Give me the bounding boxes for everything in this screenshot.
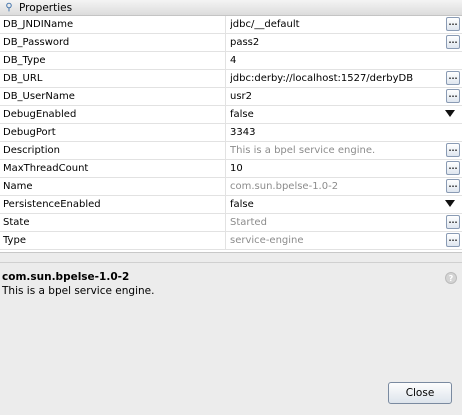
ellipsis-button[interactable]: ... [446,17,460,31]
property-row[interactable]: State Started... [0,214,462,232]
property-value: This is a bpel service engine. [230,145,376,156]
dropdown-arrow-icon[interactable] [444,109,458,120]
property-row[interactable]: DB_JNDIName jdbc/__default... [0,16,462,34]
property-pin-icon: ⚲ [5,2,13,13]
property-value[interactable]: usr2 [230,88,443,105]
property-value[interactable]: 3343 [230,124,443,141]
property-name: PersistenceEnabled [0,196,226,213]
property-name: DebugPort [0,124,226,141]
property-row[interactable]: Type service-engine... [0,232,462,250]
property-name: MaxThreadCount [0,160,226,177]
ellipsis-button[interactable]: ... [446,233,460,247]
property-name: Description [0,142,226,159]
property-value[interactable]: false [230,196,443,213]
property-row[interactable]: DB_Password pass2... [0,34,462,52]
property-row[interactable]: DebugPort 3343 [0,124,462,142]
description-text: This is a bpel service engine. [2,285,155,297]
property-name: DB_URL [0,70,226,87]
property-name: DebugEnabled [0,106,226,123]
ellipsis-button[interactable]: ... [446,143,460,157]
help-icon[interactable]: ? [445,272,457,284]
property-row[interactable]: DB_Type 4 [0,52,462,70]
property-value: com.sun.bpelse-1.0-2 [230,181,339,192]
property-value[interactable]: jdbc:derby://localhost:1527/derbyDB [230,70,443,87]
property-name: DB_Password [0,34,226,51]
property-value[interactable]: pass2 [230,34,443,51]
properties-title: Properties [19,2,73,14]
property-value[interactable]: jdbc/__default [230,16,443,33]
property-value: Started [230,217,267,228]
property-row[interactable]: DB_UserName usr2... [0,88,462,106]
property-row[interactable]: MaxThreadCount 10... [0,160,462,178]
ellipsis-button[interactable]: ... [446,161,460,175]
property-row[interactable]: PersistenceEnabled false [0,196,462,214]
property-value[interactable]: 10 [230,160,443,177]
ellipsis-button[interactable]: ... [446,71,460,85]
property-name: Type [0,232,226,249]
property-row[interactable]: DebugEnabled false [0,106,462,124]
property-row[interactable]: Description This is a bpel service engine… [0,142,462,160]
property-name: DB_JNDIName [0,16,226,33]
property-value[interactable]: false [230,106,443,123]
property-row[interactable]: Name com.sun.bpelse-1.0-2... [0,178,462,196]
property-name: DB_UserName [0,88,226,105]
property-name: Name [0,178,226,195]
close-button[interactable]: Close [388,382,452,404]
property-name: DB_Type [0,52,226,69]
property-row[interactable]: DB_URL jdbc:derby://localhost:1527/derbyD… [0,70,462,88]
ellipsis-button[interactable]: ... [446,89,460,103]
property-value[interactable]: 4 [230,52,443,69]
property-sheet: DB_JNDIName jdbc/__default... DB_Password p… [0,16,462,253]
dropdown-arrow-icon[interactable] [444,199,458,210]
ellipsis-button[interactable]: ... [446,215,460,229]
ellipsis-button[interactable]: ... [446,179,460,193]
description-title: com.sun.bpelse-1.0-2 [2,271,130,283]
property-value: service-engine [230,235,304,246]
ellipsis-button[interactable]: ... [446,35,460,49]
properties-header: ⚲ Properties [0,0,462,16]
property-name: State [0,214,226,231]
